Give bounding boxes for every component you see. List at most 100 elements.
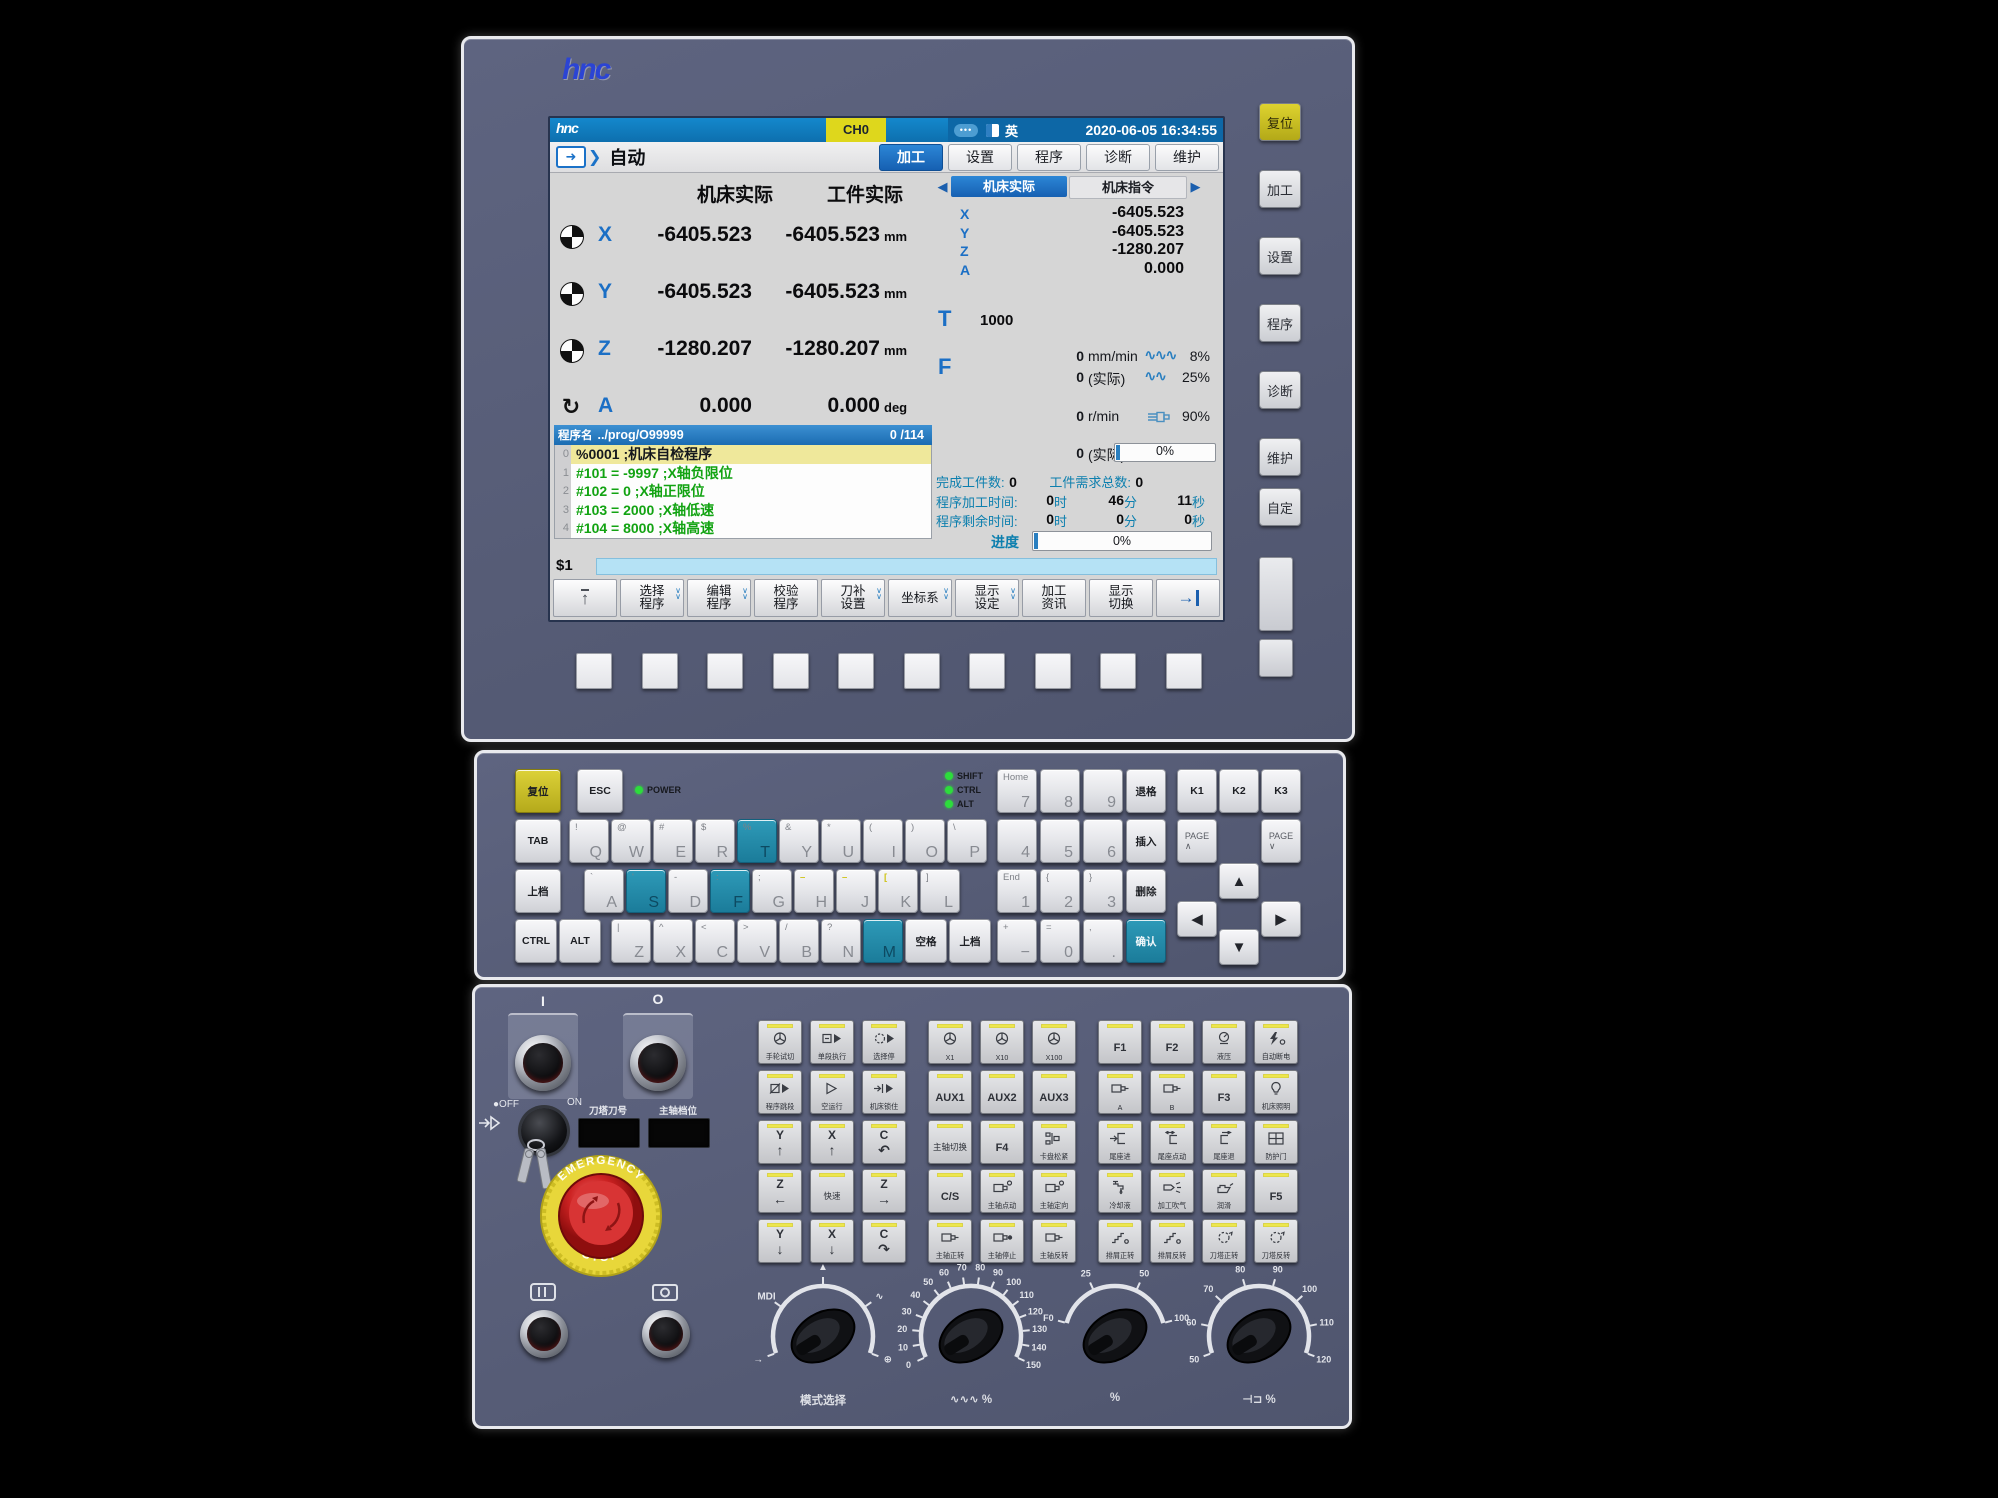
machine-key-主轴定向[interactable]: 主轴定向 <box>1032 1169 1076 1213</box>
bezel-button-加工[interactable]: 加工 <box>1259 170 1301 208</box>
key-arrow-up[interactable]: ▲ <box>1219 863 1259 899</box>
machine-key-B[interactable]: B <box>1150 1070 1194 1114</box>
key-arrow-left[interactable]: ◀ <box>1177 901 1217 937</box>
aux-round-button-1[interactable] <box>520 1310 568 1358</box>
key-5[interactable]: 5 <box>1040 819 1080 863</box>
menu-dots-icon[interactable]: ••• <box>954 124 978 137</box>
machine-key-C/S[interactable]: C/S <box>928 1169 972 1213</box>
machine-key-Y↑[interactable]: Y↑ <box>758 1120 802 1164</box>
bezel-button-复位[interactable]: 复位 <box>1259 103 1301 141</box>
machine-key-空运行[interactable]: 空运行 <box>810 1070 854 1114</box>
bezel-button-自定[interactable]: 自定 <box>1259 488 1301 526</box>
blank-key[interactable] <box>773 653 809 689</box>
key-reset[interactable]: 复位 <box>515 769 561 813</box>
machine-key-手轮试切[interactable]: 手轮试切 <box>758 1020 802 1064</box>
bezel-button-维护[interactable]: 维护 <box>1259 438 1301 476</box>
machine-key-自动断电[interactable]: 自动断电 <box>1254 1020 1298 1064</box>
machine-key-卡盘松紧[interactable]: 卡盘松紧 <box>1032 1120 1076 1164</box>
bezel-button-诊断[interactable]: 诊断 <box>1259 371 1301 409</box>
key-arrow-right[interactable]: ▶ <box>1261 901 1301 937</box>
key-Q[interactable]: !Q <box>569 819 609 863</box>
key-J[interactable]: –J <box>836 869 876 913</box>
key-C[interactable]: <C <box>695 919 735 963</box>
power-off-button[interactable] <box>630 1035 686 1091</box>
key-k2[interactable]: K2 <box>1219 769 1259 813</box>
blank-key[interactable] <box>1100 653 1136 689</box>
tab-程序[interactable]: 程序 <box>1017 144 1081 171</box>
machine-key-Z→[interactable]: Z→ <box>862 1169 906 1213</box>
key-P[interactable]: \P <box>947 819 987 863</box>
machine-key-冷却液[interactable]: 冷却液 <box>1098 1169 1142 1213</box>
tab-维护[interactable]: 维护 <box>1155 144 1219 171</box>
key-A[interactable]: `A <box>584 869 624 913</box>
key-shift-left[interactable]: 上档 <box>515 869 561 913</box>
tab-加工[interactable]: 加工 <box>879 144 943 171</box>
machine-key-快速[interactable]: 快速 <box>810 1169 854 1213</box>
key-H[interactable]: –H <box>794 869 834 913</box>
machine-key-尾座进[interactable]: 尾座进 <box>1098 1120 1142 1164</box>
knob-spindle-override[interactable]: 5060708090100110120 <box>1174 1256 1344 1384</box>
power-on-button[interactable] <box>515 1035 571 1091</box>
machine-key-尾座退[interactable]: 尾座退 <box>1202 1120 1246 1164</box>
key-0[interactable]: =0 <box>1040 919 1080 963</box>
key-B[interactable]: /B <box>779 919 819 963</box>
blank-key[interactable] <box>1166 653 1202 689</box>
key-L[interactable]: ]L <box>920 869 960 913</box>
machine-key-AUX1[interactable]: AUX1 <box>928 1070 972 1114</box>
key-删除[interactable]: 删除 <box>1126 869 1166 913</box>
key-page-down[interactable]: PAGE∨ <box>1261 819 1301 863</box>
key-2[interactable]: {2 <box>1040 869 1080 913</box>
key-alt[interactable]: ALT <box>559 919 601 963</box>
softkey-刀补设置[interactable]: 刀补设置∨∨ <box>821 579 885 617</box>
blank-key[interactable] <box>576 653 612 689</box>
key-U[interactable]: *U <box>821 819 861 863</box>
machine-key-液压[interactable]: 液压 <box>1202 1020 1246 1064</box>
key-9[interactable]: 9 <box>1083 769 1123 813</box>
emergency-stop-button[interactable]: EMERGENCY STOP <box>536 1151 666 1281</box>
softkey-坐标系[interactable]: 坐标系∨∨ <box>888 579 952 617</box>
rpanel-tab-machine-actual[interactable]: 机床实际 <box>951 176 1067 197</box>
machine-key-机床锁住[interactable]: 机床锁住 <box>862 1070 906 1114</box>
key-4[interactable]: 4 <box>997 819 1037 863</box>
softkey-选择程序[interactable]: 选择程序∨∨ <box>620 579 684 617</box>
softkey-显示设定[interactable]: 显示设定∨∨ <box>955 579 1019 617</box>
key-V[interactable]: >V <box>737 919 777 963</box>
aux-round-button-2[interactable] <box>642 1310 690 1358</box>
machine-key-F4[interactable]: F4 <box>980 1120 1024 1164</box>
machine-key-Z←[interactable]: Z← <box>758 1169 802 1213</box>
blank-key[interactable] <box>1035 653 1071 689</box>
key-T[interactable]: %T <box>737 819 777 863</box>
rpanel-tab-machine-command[interactable]: 机床指令 <box>1069 176 1187 199</box>
machine-key-尾座点动[interactable]: 尾座点动 <box>1150 1120 1194 1164</box>
key-arrow-down[interactable]: ▼ <box>1219 929 1259 965</box>
blank-key[interactable] <box>904 653 940 689</box>
machine-key-防护门[interactable]: 防护门 <box>1254 1120 1298 1164</box>
key-F[interactable]: :F <box>710 869 750 913</box>
key-shift-right[interactable]: 上档 <box>949 919 991 963</box>
key-page-up[interactable]: PAGE∧ <box>1177 819 1217 863</box>
language-label[interactable]: 英 <box>1005 121 1018 140</box>
machine-key-A[interactable]: A <box>1098 1070 1142 1114</box>
key-esc[interactable]: ESC <box>577 769 623 813</box>
tab-设置[interactable]: 设置 <box>948 144 1012 171</box>
softkey-校验程序[interactable]: 校验程序 <box>754 579 818 617</box>
machine-key-X↑[interactable]: X↑ <box>810 1120 854 1164</box>
key-X[interactable]: ^X <box>653 919 693 963</box>
machine-key-X10[interactable]: X10 <box>980 1020 1024 1064</box>
machine-key-主轴点动[interactable]: 主轴点动 <box>980 1169 1024 1213</box>
softkey-next[interactable]: → <box>1156 579 1220 617</box>
key-K[interactable]: [K <box>878 869 918 913</box>
key-O[interactable]: )O <box>905 819 945 863</box>
machine-key-F5[interactable]: F5 <box>1254 1169 1298 1213</box>
machine-key-X100[interactable]: X100 <box>1032 1020 1076 1064</box>
key-插入[interactable]: 插入 <box>1126 819 1166 863</box>
key-I[interactable]: (I <box>863 819 903 863</box>
machine-key-C↶[interactable]: C↶ <box>862 1120 906 1164</box>
knob-mode-select[interactable]: →MDI▲∿⊕ <box>738 1256 908 1384</box>
key-退格[interactable]: 退格 <box>1126 769 1166 813</box>
key-N[interactable]: ?N <box>821 919 861 963</box>
key-Z[interactable]: |Z <box>611 919 651 963</box>
blank-key[interactable] <box>838 653 874 689</box>
key-W[interactable]: @W <box>611 819 651 863</box>
key-k3[interactable]: K3 <box>1261 769 1301 813</box>
